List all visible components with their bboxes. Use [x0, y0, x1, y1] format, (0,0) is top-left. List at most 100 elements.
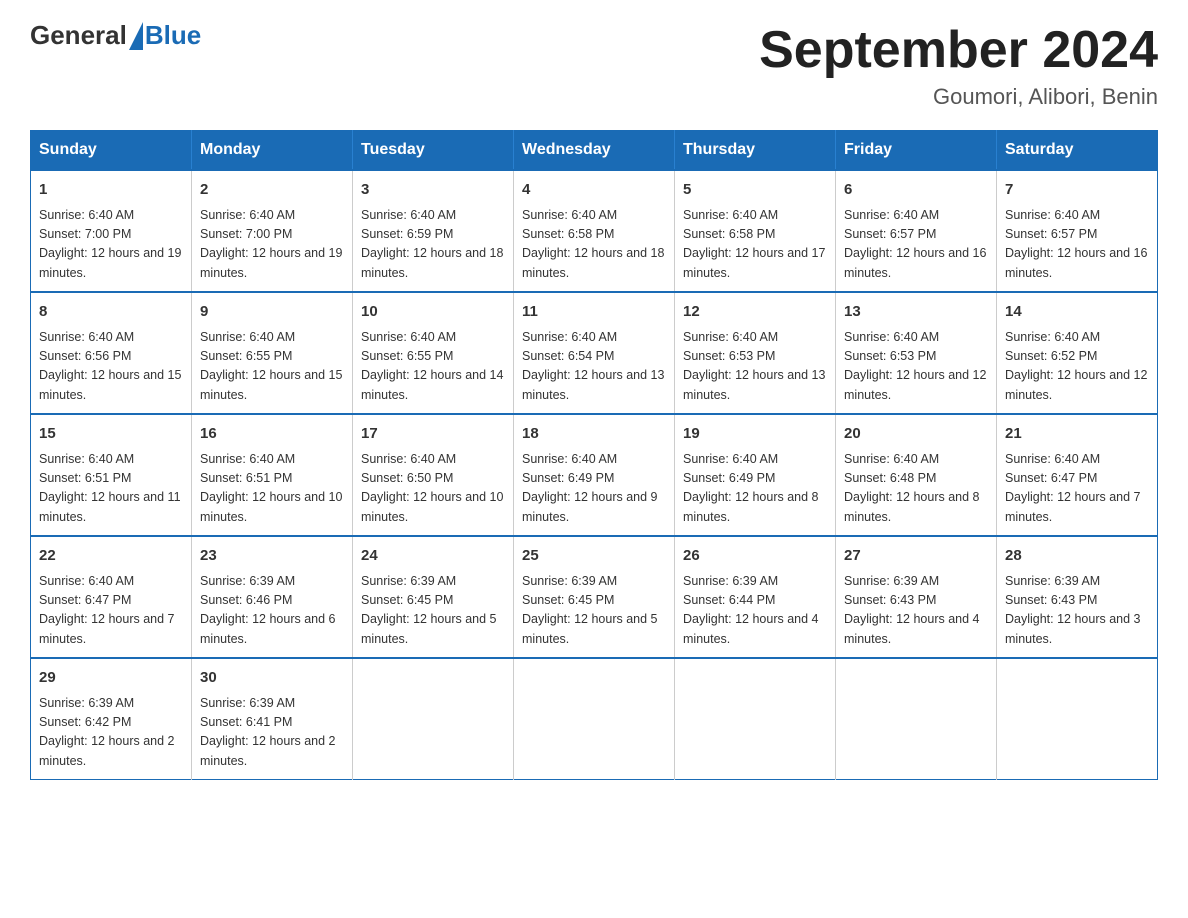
- day-info: Sunrise: 6:40 AMSunset: 6:49 PMDaylight:…: [683, 450, 827, 528]
- calendar-cell: 22Sunrise: 6:40 AMSunset: 6:47 PMDayligh…: [31, 536, 192, 658]
- logo-general-text: General: [30, 20, 127, 51]
- calendar-cell: 25Sunrise: 6:39 AMSunset: 6:45 PMDayligh…: [514, 536, 675, 658]
- day-number: 2: [200, 179, 344, 202]
- calendar-cell: 9Sunrise: 6:40 AMSunset: 6:55 PMDaylight…: [192, 292, 353, 414]
- calendar-table: SundayMondayTuesdayWednesdayThursdayFrid…: [30, 130, 1158, 780]
- day-number: 9: [200, 301, 344, 324]
- day-info: Sunrise: 6:40 AMSunset: 6:58 PMDaylight:…: [683, 206, 827, 284]
- day-info: Sunrise: 6:40 AMSunset: 7:00 PMDaylight:…: [200, 206, 344, 284]
- calendar-cell: 5 Sunrise: 6:40 AMSunset: 6:58 PMDaylight…: [675, 170, 836, 292]
- day-info: Sunrise: 6:40 AMSunset: 6:59 PMDaylight:…: [361, 206, 505, 284]
- day-number: 25: [522, 545, 666, 568]
- day-info: Sunrise: 6:40 AMSunset: 6:54 PMDaylight:…: [522, 328, 666, 406]
- day-number: 29: [39, 667, 183, 690]
- calendar-cell: 16 Sunrise: 6:40 AMSunset: 6:51 PMDayligh…: [192, 414, 353, 536]
- day-info: Sunrise: 6:39 AMSunset: 6:46 PMDaylight:…: [200, 572, 344, 650]
- day-info: Sunrise: 6:39 AMSunset: 6:43 PMDaylight:…: [1005, 572, 1149, 650]
- calendar-cell: 29Sunrise: 6:39 AMSunset: 6:42 PMDayligh…: [31, 658, 192, 780]
- calendar-cell: 19Sunrise: 6:40 AMSunset: 6:49 PMDayligh…: [675, 414, 836, 536]
- day-number: 18: [522, 423, 666, 446]
- day-number: 1: [39, 179, 183, 202]
- calendar-cell: [514, 658, 675, 780]
- calendar-cell: 10 Sunrise: 6:40 AMSunset: 6:55 PMDayligh…: [353, 292, 514, 414]
- calendar-cell: 21 Sunrise: 6:40 AMSunset: 6:47 PMDayligh…: [997, 414, 1158, 536]
- calendar-cell: 15 Sunrise: 6:40 AMSunset: 6:51 PMDayligh…: [31, 414, 192, 536]
- day-number: 23: [200, 545, 344, 568]
- day-of-week-header: Thursday: [675, 131, 836, 171]
- day-info: Sunrise: 6:40 AMSunset: 6:58 PMDaylight:…: [522, 206, 666, 284]
- day-number: 20: [844, 423, 988, 446]
- page-header: General Blue September 2024 Goumori, Ali…: [30, 20, 1158, 110]
- calendar-cell: 14 Sunrise: 6:40 AMSunset: 6:52 PMDayligh…: [997, 292, 1158, 414]
- calendar-cell: 8Sunrise: 6:40 AMSunset: 6:56 PMDaylight…: [31, 292, 192, 414]
- day-number: 11: [522, 301, 666, 324]
- day-of-week-header: Saturday: [997, 131, 1158, 171]
- calendar-cell: 28 Sunrise: 6:39 AMSunset: 6:43 PMDayligh…: [997, 536, 1158, 658]
- calendar-cell: 20 Sunrise: 6:40 AMSunset: 6:48 PMDayligh…: [836, 414, 997, 536]
- calendar-week-row: 29Sunrise: 6:39 AMSunset: 6:42 PMDayligh…: [31, 658, 1158, 780]
- calendar-cell: 12Sunrise: 6:40 AMSunset: 6:53 PMDayligh…: [675, 292, 836, 414]
- day-number: 5: [683, 179, 827, 202]
- calendar-body: 1 Sunrise: 6:40 AMSunset: 7:00 PMDaylight…: [31, 170, 1158, 780]
- calendar-cell: 23 Sunrise: 6:39 AMSunset: 6:46 PMDayligh…: [192, 536, 353, 658]
- day-of-week-header: Sunday: [31, 131, 192, 171]
- day-of-week-header: Monday: [192, 131, 353, 171]
- day-of-week-header: Wednesday: [514, 131, 675, 171]
- day-info: Sunrise: 6:40 AMSunset: 6:47 PMDaylight:…: [1005, 450, 1149, 528]
- calendar-cell: [836, 658, 997, 780]
- day-number: 4: [522, 179, 666, 202]
- day-number: 8: [39, 301, 183, 324]
- day-of-week-header: Friday: [836, 131, 997, 171]
- day-info: Sunrise: 6:40 AMSunset: 7:00 PMDaylight:…: [39, 206, 183, 284]
- day-info: Sunrise: 6:40 AMSunset: 6:49 PMDaylight:…: [522, 450, 666, 528]
- main-title: September 2024: [759, 20, 1158, 80]
- calendar-cell: [675, 658, 836, 780]
- day-number: 17: [361, 423, 505, 446]
- day-info: Sunrise: 6:40 AMSunset: 6:51 PMDaylight:…: [39, 450, 183, 528]
- day-number: 14: [1005, 301, 1149, 324]
- day-info: Sunrise: 6:40 AMSunset: 6:57 PMDaylight:…: [844, 206, 988, 284]
- calendar-week-row: 8Sunrise: 6:40 AMSunset: 6:56 PMDaylight…: [31, 292, 1158, 414]
- day-number: 27: [844, 545, 988, 568]
- day-number: 16: [200, 423, 344, 446]
- day-info: Sunrise: 6:40 AMSunset: 6:48 PMDaylight:…: [844, 450, 988, 528]
- day-number: 28: [1005, 545, 1149, 568]
- day-number: 22: [39, 545, 183, 568]
- calendar-cell: 4 Sunrise: 6:40 AMSunset: 6:58 PMDaylight…: [514, 170, 675, 292]
- day-of-week-header: Tuesday: [353, 131, 514, 171]
- calendar-cell: [997, 658, 1158, 780]
- calendar-cell: 13 Sunrise: 6:40 AMSunset: 6:53 PMDayligh…: [836, 292, 997, 414]
- logo-triangle-icon: [129, 22, 143, 50]
- calendar-header: SundayMondayTuesdayWednesdayThursdayFrid…: [31, 131, 1158, 171]
- day-number: 10: [361, 301, 505, 324]
- day-info: Sunrise: 6:39 AMSunset: 6:44 PMDaylight:…: [683, 572, 827, 650]
- day-info: Sunrise: 6:40 AMSunset: 6:55 PMDaylight:…: [361, 328, 505, 406]
- calendar-cell: 27 Sunrise: 6:39 AMSunset: 6:43 PMDayligh…: [836, 536, 997, 658]
- logo-text: General Blue: [30, 20, 201, 51]
- calendar-cell: 17Sunrise: 6:40 AMSunset: 6:50 PMDayligh…: [353, 414, 514, 536]
- location-subtitle: Goumori, Alibori, Benin: [759, 84, 1158, 110]
- title-section: September 2024 Goumori, Alibori, Benin: [759, 20, 1158, 110]
- day-info: Sunrise: 6:39 AMSunset: 6:41 PMDaylight:…: [200, 694, 344, 772]
- calendar-week-row: 15 Sunrise: 6:40 AMSunset: 6:51 PMDayligh…: [31, 414, 1158, 536]
- day-number: 15: [39, 423, 183, 446]
- logo-blue-text: Blue: [145, 20, 201, 51]
- day-number: 3: [361, 179, 505, 202]
- day-info: Sunrise: 6:39 AMSunset: 6:45 PMDaylight:…: [361, 572, 505, 650]
- day-info: Sunrise: 6:40 AMSunset: 6:51 PMDaylight:…: [200, 450, 344, 528]
- day-number: 13: [844, 301, 988, 324]
- day-info: Sunrise: 6:40 AMSunset: 6:52 PMDaylight:…: [1005, 328, 1149, 406]
- day-info: Sunrise: 6:40 AMSunset: 6:53 PMDaylight:…: [683, 328, 827, 406]
- calendar-cell: 6Sunrise: 6:40 AMSunset: 6:57 PMDaylight…: [836, 170, 997, 292]
- day-number: 21: [1005, 423, 1149, 446]
- calendar-cell: 30Sunrise: 6:39 AMSunset: 6:41 PMDayligh…: [192, 658, 353, 780]
- day-info: Sunrise: 6:40 AMSunset: 6:53 PMDaylight:…: [844, 328, 988, 406]
- calendar-cell: [353, 658, 514, 780]
- calendar-cell: 11 Sunrise: 6:40 AMSunset: 6:54 PMDayligh…: [514, 292, 675, 414]
- day-number: 26: [683, 545, 827, 568]
- calendar-cell: 24 Sunrise: 6:39 AMSunset: 6:45 PMDayligh…: [353, 536, 514, 658]
- day-number: 24: [361, 545, 505, 568]
- day-info: Sunrise: 6:39 AMSunset: 6:43 PMDaylight:…: [844, 572, 988, 650]
- calendar-week-row: 22Sunrise: 6:40 AMSunset: 6:47 PMDayligh…: [31, 536, 1158, 658]
- days-of-week-row: SundayMondayTuesdayWednesdayThursdayFrid…: [31, 131, 1158, 171]
